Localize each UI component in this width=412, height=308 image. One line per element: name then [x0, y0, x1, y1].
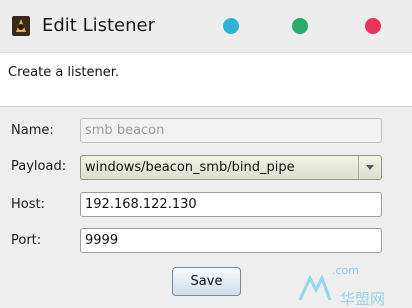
- port-label: Port:: [11, 233, 42, 248]
- payload-label: Payload:: [11, 159, 67, 174]
- payload-select[interactable]: windows/beacon_smb/bind_pipe: [80, 155, 382, 180]
- description-panel: Create a listener.: [0, 52, 412, 107]
- save-button[interactable]: Save: [172, 267, 241, 296]
- maximize-button[interactable]: [292, 18, 308, 34]
- chevron-down-icon[interactable]: [358, 156, 381, 179]
- title-bar[interactable]: Edit Listener: [0, 0, 412, 52]
- window-title: Edit Listener: [42, 15, 156, 36]
- watermark-logo: .com 华盟网: [298, 264, 385, 308]
- host-field[interactable]: 192.168.122.130: [80, 192, 382, 217]
- name-label: Name:: [11, 123, 54, 138]
- app-icon: [12, 16, 30, 36]
- port-field[interactable]: 9999: [80, 228, 382, 253]
- watermark-text: 华盟网: [340, 290, 385, 308]
- name-field: smb beacon: [80, 118, 382, 143]
- description-text: Create a listener.: [8, 65, 120, 80]
- close-button[interactable]: [365, 18, 381, 34]
- minimize-button[interactable]: [223, 18, 239, 34]
- payload-value: windows/beacon_smb/bind_pipe: [85, 160, 295, 175]
- host-label: Host:: [11, 197, 45, 212]
- watermark-domain: .com: [332, 264, 359, 277]
